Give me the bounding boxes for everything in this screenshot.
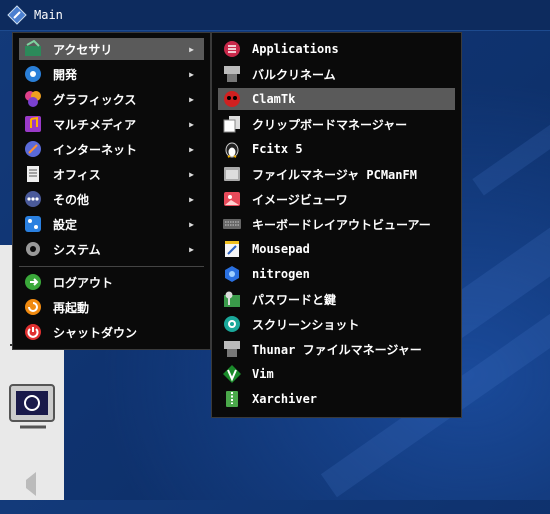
submenu-item-passwords-keys[interactable]: パスワードと鍵 <box>218 288 455 310</box>
submenu-item-vim[interactable]: Vim <box>218 363 455 385</box>
submenu-item-label: Vim <box>252 367 274 381</box>
bulk-rename-icon <box>222 64 242 84</box>
main-menu-icon[interactable] <box>7 5 27 25</box>
submenu-item-xarchiver[interactable]: Xarchiver <box>218 388 455 410</box>
submenu-item-label: Xarchiver <box>252 392 318 406</box>
submenu-arrow-icon: ▶ <box>189 119 194 129</box>
nitrogen-icon <box>222 264 242 284</box>
submenu-arrow-icon: ▶ <box>189 44 194 54</box>
submenu-item-clipboard[interactable]: クリップボードマネージャー <box>218 113 455 135</box>
submenu-item-label: Fcitx 5 <box>252 142 303 156</box>
accessories-icon <box>23 39 43 59</box>
menu-item-office[interactable]: オフィス ▶ <box>19 163 204 185</box>
menu-item-label: グラフィックス <box>53 92 137 107</box>
menu-item-development[interactable]: 開発 ▶ <box>19 63 204 85</box>
password-keys-icon <box>222 289 242 309</box>
taskbar: Main <box>0 0 550 31</box>
menu-item-label: ログアウト <box>53 275 114 290</box>
menu-item-multimedia[interactable]: マルチメディア ▶ <box>19 113 204 135</box>
submenu-arrow-icon: ▶ <box>189 194 194 204</box>
thunar-icon <box>222 339 242 359</box>
submenu-item-label: キーボードレイアウトビューアー <box>252 217 431 232</box>
menu-item-label: 設定 <box>53 217 78 232</box>
submenu-item-label: イメージビューワ <box>252 192 348 207</box>
submenu-item-screenshot[interactable]: スクリーンショット <box>218 313 455 335</box>
development-icon <box>23 64 43 84</box>
applications-icon <box>222 39 242 59</box>
clipboard-icon <box>222 114 242 134</box>
submenu-item-keyboard-layout[interactable]: キーボードレイアウトビューアー <box>218 213 455 235</box>
menu-item-accessories[interactable]: アクセサリ ▶ <box>19 38 204 60</box>
submenu-item-label: ClamTk <box>252 92 296 106</box>
other-icon <box>23 189 43 209</box>
submenu-item-label: ファイルマネージャ PCManFM <box>252 167 417 182</box>
menu-item-label: オフィス <box>53 167 101 182</box>
submenu-arrow-icon: ▶ <box>189 94 194 104</box>
submenu-item-applications[interactable]: Applications <box>218 38 455 60</box>
submenu-item-label: Mousepad <box>252 242 310 256</box>
submenu-arrow-icon: ▶ <box>189 69 194 79</box>
monitor-icon[interactable] <box>6 381 60 435</box>
submenu-item-nitrogen[interactable]: nitrogen <box>218 263 455 285</box>
accessories-submenu: Applications バルクリネーム ClamTk クリップボードマネージャ… <box>211 32 462 418</box>
submenu-item-bulk-rename[interactable]: バルクリネーム <box>218 63 455 85</box>
graphics-icon <box>23 89 43 109</box>
menu-item-label: シャットダウン <box>53 325 138 340</box>
submenu-item-label: パスワードと鍵 <box>252 292 337 307</box>
menu-item-label: その他 <box>53 192 90 207</box>
system-icon <box>23 239 43 259</box>
submenu-item-thunar[interactable]: Thunar ファイルマネージャー <box>218 338 455 360</box>
keyboard-icon <box>222 214 242 234</box>
menu-item-graphics[interactable]: グラフィックス ▶ <box>19 88 204 110</box>
menu-item-label: マルチメディア <box>53 117 137 132</box>
menu-separator <box>19 266 204 267</box>
menu-item-label: 開発 <box>53 67 78 82</box>
clamtk-icon <box>222 89 242 109</box>
submenu-arrow-icon: ▶ <box>189 169 194 179</box>
submenu-arrow-icon: ▶ <box>189 219 194 229</box>
submenu-item-label: nitrogen <box>252 267 310 281</box>
menu-item-internet[interactable]: インターネット ▶ <box>19 138 204 160</box>
xarchiver-icon <box>222 389 242 409</box>
menu-item-shutdown[interactable]: シャットダウン <box>19 321 204 343</box>
menu-item-system[interactable]: システム ▶ <box>19 238 204 260</box>
submenu-item-image-viewer[interactable]: イメージビューワ <box>218 188 455 210</box>
logout-icon <box>23 272 43 292</box>
settings-icon <box>23 214 43 234</box>
menu-item-reboot[interactable]: 再起動 <box>19 296 204 318</box>
fcitx-penguin-icon <box>222 139 242 159</box>
speaker-icon[interactable] <box>6 460 60 514</box>
submenu-item-mousepad[interactable]: Mousepad <box>218 238 455 260</box>
multimedia-icon <box>23 114 43 134</box>
menu-item-label: システム <box>53 242 101 257</box>
submenu-item-label: クリップボードマネージャー <box>252 117 408 132</box>
menu-item-label: アクセサリ <box>53 42 113 57</box>
submenu-arrow-icon: ▶ <box>189 244 194 254</box>
menu-item-logout[interactable]: ログアウト <box>19 271 204 293</box>
submenu-item-file-manager[interactable]: ファイルマネージャ PCManFM <box>218 163 455 185</box>
mousepad-icon <box>222 239 242 259</box>
menu-item-label: インターネット <box>53 142 138 157</box>
menu-item-other[interactable]: その他 ▶ <box>19 188 204 210</box>
taskbar-main-label[interactable]: Main <box>34 8 63 22</box>
submenu-item-label: Applications <box>252 42 339 56</box>
vim-icon <box>222 364 242 384</box>
image-viewer-icon <box>222 189 242 209</box>
file-manager-icon <box>222 164 242 184</box>
screenshot-icon <box>222 314 242 334</box>
internet-icon <box>23 139 43 159</box>
submenu-item-label: スクリーンショット <box>252 317 360 332</box>
submenu-item-label: Thunar ファイルマネージャー <box>252 342 422 357</box>
office-icon <box>23 164 43 184</box>
submenu-item-fcitx[interactable]: Fcitx 5 <box>218 138 455 160</box>
main-menu: アクセサリ ▶ 開発 ▶ グラフィックス ▶ マルチメディア ▶ インターネット… <box>12 32 211 350</box>
menu-item-settings[interactable]: 設定 ▶ <box>19 213 204 235</box>
submenu-item-label: バルクリネーム <box>252 67 336 82</box>
menu-item-label: 再起動 <box>53 300 90 315</box>
submenu-arrow-icon: ▶ <box>189 144 194 154</box>
submenu-item-clamtk[interactable]: ClamTk <box>218 88 455 110</box>
reboot-icon <box>23 297 43 317</box>
shutdown-icon <box>23 322 43 342</box>
